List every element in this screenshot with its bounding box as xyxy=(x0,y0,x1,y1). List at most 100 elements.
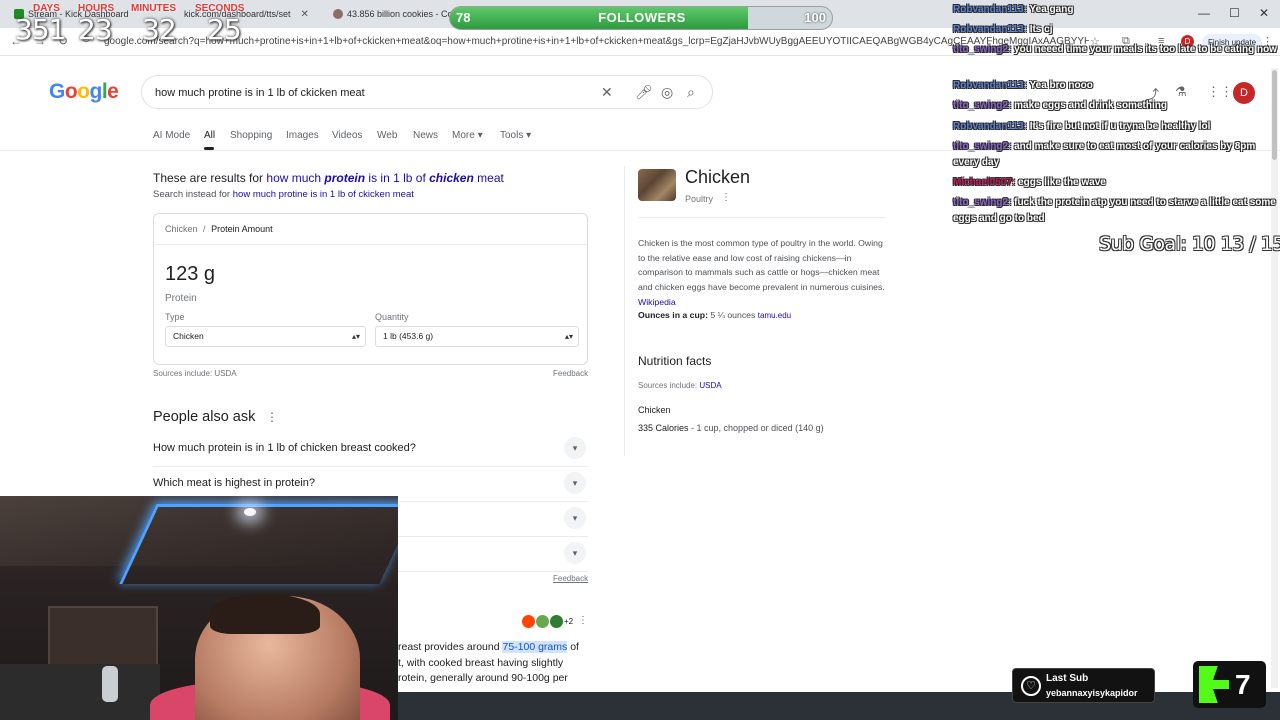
type-select[interactable]: Chicken ▴▾ xyxy=(165,326,366,347)
chat-username: Robvandan113: xyxy=(953,4,1027,15)
chat-message: Robvandan113: Yea gang xyxy=(953,2,1278,18)
nutrition-food-name: Chicken xyxy=(638,405,671,415)
quantity-select[interactable]: 1 lb (453.6 g) ▴▾ xyxy=(375,326,579,347)
more-options-icon[interactable]: ⋮ xyxy=(266,410,278,424)
breadcrumb-root[interactable]: Chicken xyxy=(165,224,198,234)
card-feedback-link[interactable]: Feedback xyxy=(553,369,588,378)
chat-username: tito_swing2: xyxy=(953,141,1012,152)
knowledge-panel-description: Chicken is the most common type of poult… xyxy=(638,238,885,307)
countdown-minutes-value: 32 xyxy=(142,13,177,46)
ai-answer-text: reast provides around 75-100 grams of t,… xyxy=(398,641,579,684)
chat-message: tito_swing2: fuck the protein atp you ne… xyxy=(953,195,1278,226)
last-sub-title: Last Sub xyxy=(1046,673,1089,684)
wikipedia-link[interactable]: Wikipedia xyxy=(638,297,676,307)
spelling-correction: These are results for how much protein i… xyxy=(153,171,504,185)
chevron-down-icon[interactable]: ▾ xyxy=(564,437,586,459)
answer-sources[interactable]: +2 xyxy=(522,614,573,628)
search-instead: Search instead for how much protine is i… xyxy=(153,189,414,200)
tab-tools[interactable]: Tools ▾ xyxy=(500,130,531,141)
tab-ai-mode[interactable]: AI Mode xyxy=(153,130,190,141)
tab-all[interactable]: All xyxy=(204,130,215,141)
original-query-link[interactable]: how much protine is in 1 lb of ckicken m… xyxy=(233,189,414,200)
led-strip xyxy=(119,504,398,584)
tab-videos[interactable]: Videos xyxy=(332,130,362,141)
tab-images[interactable]: Images xyxy=(286,130,319,141)
answer-highlight: 75-100 grams xyxy=(502,641,568,653)
water-bottle xyxy=(102,666,118,702)
nutrition-calories: 335 Calories - 1 cup, chopped or diced (… xyxy=(638,423,824,433)
webcam-feed xyxy=(0,496,398,720)
followers-label: FOLLOWERS xyxy=(598,10,686,25)
breadcrumb: Chicken / Protein Amount xyxy=(165,224,273,234)
chat-username: tito_swing2: xyxy=(953,197,1012,208)
url-input[interactable]: google.com/search?q=how+much+protine+is+… xyxy=(104,36,1089,47)
streamer-hair xyxy=(210,594,320,634)
card-divider xyxy=(154,244,587,245)
ceiling-light xyxy=(244,508,256,516)
countdown-seconds-value: 25 xyxy=(207,13,242,46)
chevron-down-icon[interactable]: ▾ xyxy=(564,472,586,494)
protein-amount-value: 123 g xyxy=(165,263,216,285)
chat-message: tito_swing2: and make sure to eat most o… xyxy=(953,139,1278,170)
more-sources-count: +2 xyxy=(564,616,574,626)
search-box[interactable]: how much protine is in 1 lb of ckicken m… xyxy=(141,75,713,109)
usda-link[interactable]: USDA xyxy=(699,381,721,390)
browser-tab-cookies[interactable]: 43.856 billion cookies - Cook xyxy=(327,4,452,24)
ounces-in-cup: Ounces in a cup: 5 ¼ ounces tamu.edu xyxy=(638,310,792,320)
tab-shopping[interactable]: Shopping xyxy=(230,130,272,141)
chat-message: tito_swing2: you neeed time your meals i… xyxy=(953,42,1278,58)
chat-message: Robvandan113: It's fire but not if u try… xyxy=(953,119,1278,135)
chat-text: eggs like the wave xyxy=(1015,177,1106,188)
countdown-days-value: 351 xyxy=(15,13,66,46)
sub-goal-overlay: Sub Goal: 10 13 / 15 xyxy=(1099,233,1280,255)
answer-menu-icon[interactable]: ⋮ xyxy=(578,615,588,626)
clear-search-icon[interactable]: ✕ xyxy=(601,84,613,101)
kick-viewer-count: 7 xyxy=(1235,669,1251,700)
image-search-icon[interactable]: ◎ xyxy=(661,84,673,101)
cookie-favicon-icon xyxy=(333,9,343,19)
tab-web[interactable]: Web xyxy=(377,130,397,141)
quantity-label: Quantity xyxy=(375,312,409,322)
chat-username: tito_swing2: xyxy=(953,44,1012,55)
chat-username: Michael0507: xyxy=(953,177,1016,188)
knowledge-panel-title: Chicken xyxy=(685,167,751,187)
tamu-link[interactable]: tamu.edu xyxy=(758,311,791,320)
search-icon[interactable]: ⌕ xyxy=(687,84,695,101)
chat-message: Michael0507: eggs like the wave xyxy=(953,175,1278,191)
tab-news[interactable]: News xyxy=(413,130,438,141)
close-tab-icon[interactable]: ✕ xyxy=(301,9,309,20)
more-options-icon[interactable]: ⋮ xyxy=(721,192,731,203)
chat-text: Yea bro nooo xyxy=(1026,80,1093,91)
tab-title: 43.856 billion cookies - Cook xyxy=(347,9,452,19)
protein-amount-card: Chicken / Protein Amount 123 g Protein T… xyxy=(153,213,588,365)
knowledge-panel-subtitle: Poultry xyxy=(685,194,714,204)
chat-text: make eggs and drink something xyxy=(1011,100,1167,111)
chat-text: Yea gang xyxy=(1026,4,1074,15)
chat-username: Robvandan113: xyxy=(953,80,1027,91)
corrected-query-link[interactable]: how much protein is in 1 lb of chicken m… xyxy=(266,171,503,185)
paa-question[interactable]: How much protein is in 1 lb of chicken b… xyxy=(153,432,588,467)
paa-feedback-link[interactable]: Feedback xyxy=(553,574,588,583)
followers-goal: 100 xyxy=(804,10,826,25)
nutrition-sources: Sources include: USDA xyxy=(638,381,722,390)
chat-text: It's fire but not if u tryna be healthy … xyxy=(1026,121,1211,132)
search-input[interactable]: how much protine is in 1 lb of ckicken m… xyxy=(155,87,365,99)
protein-amount-label: Protein xyxy=(165,293,197,304)
chat-text: you neeed time your meals its too late t… xyxy=(1011,44,1277,55)
people-also-ask-title: People also ask xyxy=(153,409,256,425)
breadcrumb-current: Protein Amount xyxy=(211,224,273,234)
chicken-thumbnail[interactable] xyxy=(638,169,676,201)
tab-more[interactable]: More ▾ xyxy=(452,130,483,141)
source-icon xyxy=(550,614,563,628)
chat-message: Robvandan113: Yea bro nooo xyxy=(953,78,1278,94)
voice-search-icon[interactable]: 🎤︎ xyxy=(635,84,653,101)
kick-viewer-badge: 7 xyxy=(1193,661,1266,708)
chevron-down-icon[interactable]: ▾ xyxy=(564,542,586,564)
select-arrows-icon: ▴▾ xyxy=(564,332,573,341)
reddit-icon xyxy=(522,614,535,628)
chevron-down-icon[interactable]: ▾ xyxy=(564,507,586,529)
google-logo[interactable]: Google xyxy=(49,80,119,104)
desk xyxy=(0,664,160,720)
heart-icon: ♡ xyxy=(1021,676,1041,696)
chat-message: Robvandan113: Its cj xyxy=(953,22,1278,38)
